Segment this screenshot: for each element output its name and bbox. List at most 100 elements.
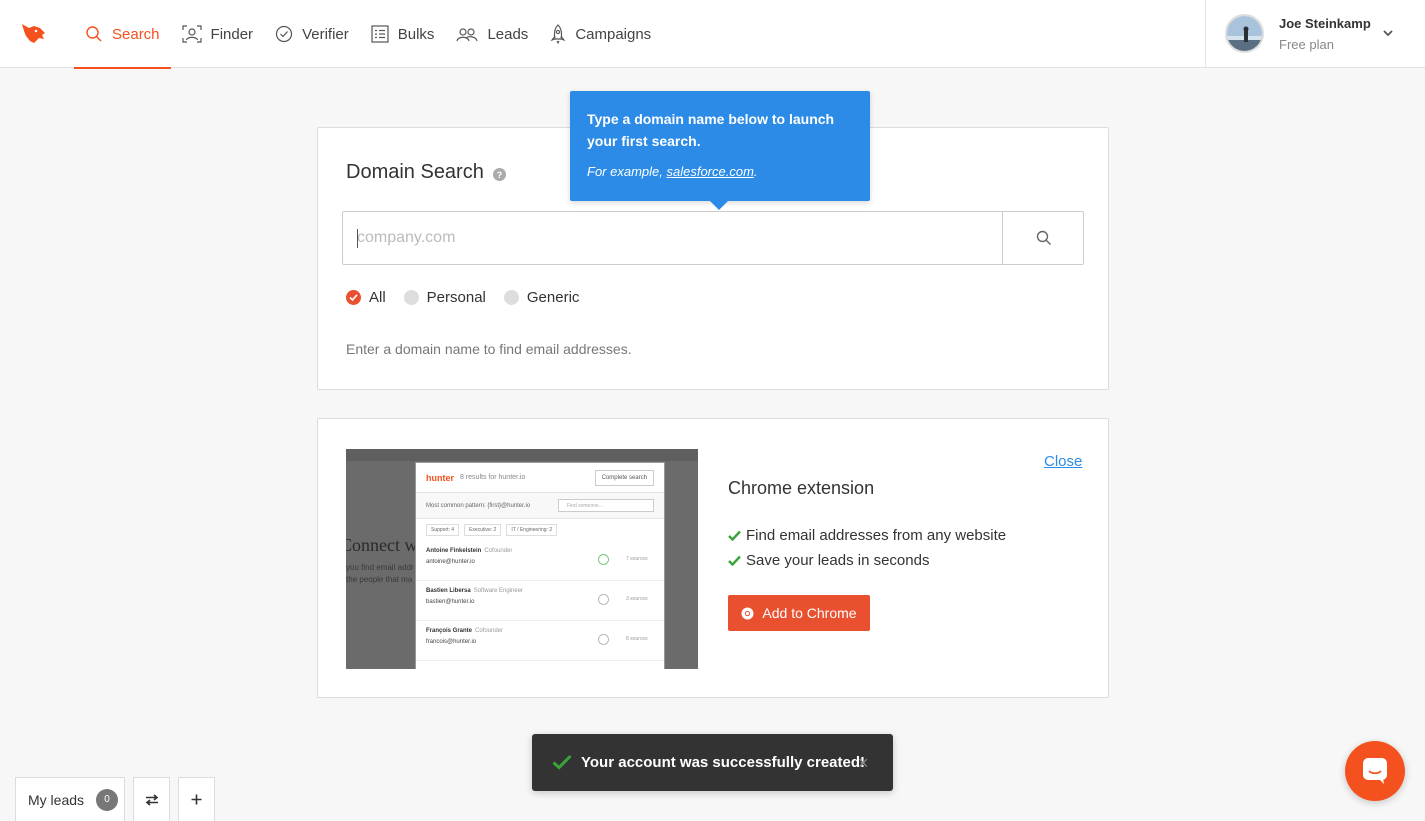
- email-type-filters: All Personal Generic: [346, 289, 597, 306]
- popup-complete-button: Complete search: [594, 470, 654, 486]
- nav-search[interactable]: Search: [74, 0, 171, 69]
- person-name: Bastien Libersa: [426, 588, 471, 594]
- nav-search-label: Search: [112, 25, 160, 43]
- person-email: francois@hunter.io: [426, 639, 477, 645]
- checkmark-icon: [728, 555, 741, 566]
- tooltip-example-suffix: .: [753, 164, 758, 179]
- hunter-logo-icon[interactable]: [20, 20, 46, 46]
- user-plan: Free plan: [1279, 37, 1334, 52]
- tooltip-message: Type a domain name below to launch your …: [587, 111, 835, 149]
- feature-item: Save your leads in seconds: [728, 548, 1006, 573]
- search-icon: [86, 26, 102, 42]
- help-icon[interactable]: ?: [492, 167, 506, 181]
- chrome-extension-card: Connect w you find email addr the people…: [317, 418, 1109, 698]
- radio-checked-icon: [346, 290, 361, 305]
- popup-tag: Executive: 2: [464, 524, 502, 536]
- extension-feature-list: Find email addresses from any website Sa…: [728, 523, 1006, 573]
- popup-tag: Support: 4: [426, 524, 460, 536]
- search-icon: [1036, 230, 1051, 245]
- my-leads-button[interactable]: My leads 0: [15, 777, 125, 821]
- chat-icon: [1363, 758, 1387, 784]
- person-sources: 7 sources: [626, 556, 648, 562]
- popup-person-row: Bastien Libersa Software Engineer bastien…: [416, 581, 664, 621]
- add-to-chrome-label: Add to Chrome: [762, 605, 857, 621]
- search-hint: Enter a domain name to find email addres…: [346, 341, 632, 357]
- checkmark-icon: [728, 530, 741, 541]
- domain-search-title: Domain Search: [346, 161, 484, 183]
- close-icon[interactable]: ×: [858, 753, 869, 774]
- popup-person-row: Antoine Finkelstein Cofounder antoine@hun…: [416, 541, 664, 581]
- radio-unchecked-icon: [503, 290, 519, 305]
- chrome-icon: [741, 607, 754, 619]
- toast-message: Your account was successfully created!: [581, 754, 865, 771]
- onboarding-tooltip: Type a domain name below to launch your …: [570, 91, 870, 210]
- people-icon: [456, 28, 479, 42]
- filter-all-label: All: [369, 289, 386, 306]
- person-name: Antoine Finkelstein: [426, 548, 482, 554]
- tooltip-example: For example, salesforce.com.: [587, 164, 758, 179]
- nav-campaigns-label: Campaigns: [575, 25, 652, 43]
- filter-all[interactable]: All: [346, 289, 386, 306]
- close-extension-link[interactable]: Close: [1044, 453, 1082, 470]
- popup-pattern: Most common pattern: {first}@hunter.io: [426, 502, 531, 509]
- radio-unchecked-icon: [403, 290, 419, 305]
- search-box: [342, 211, 1084, 265]
- person-email: antoine@hunter.io: [426, 559, 475, 565]
- list-icon: [371, 25, 389, 43]
- popup-results: 8 results for hunter.io: [460, 474, 526, 481]
- nav-leads[interactable]: Leads: [445, 0, 539, 68]
- popup-brand: hunter: [426, 472, 454, 483]
- success-toast: Your account was successfully created! ×: [532, 734, 893, 791]
- person-title: Cofounder: [484, 548, 513, 554]
- my-leads-label: My leads: [28, 791, 85, 808]
- page-title: Domain Search ?: [346, 161, 506, 184]
- finder-icon: [181, 25, 202, 43]
- filter-personal[interactable]: Personal: [403, 289, 486, 306]
- user-menu[interactable]: Joe Steinkamp Free plan: [1205, 0, 1425, 68]
- feature-text: Find email addresses from any website: [746, 527, 1007, 544]
- user-name: Joe Steinkamp: [1279, 16, 1371, 31]
- nav-verifier[interactable]: Verifier: [264, 0, 360, 68]
- feature-text: Save your leads in seconds: [746, 552, 930, 569]
- main-nav: Search Finder Verifier Bulks Leads Campa…: [74, 0, 662, 69]
- person-name: François Grante: [426, 628, 473, 634]
- extension-screenshot: Connect w you find email addr the people…: [346, 449, 698, 669]
- popup-find: Find someone...: [558, 499, 654, 512]
- chat-launcher-button[interactable]: [1345, 741, 1405, 801]
- example-domain-link[interactable]: salesforce.com: [666, 164, 753, 179]
- nav-bulks[interactable]: Bulks: [360, 0, 446, 68]
- filter-generic[interactable]: Generic: [503, 289, 579, 306]
- text-caret: [357, 229, 358, 248]
- extension-popup-preview: hunter 8 results for hunter.io Complete …: [415, 462, 665, 669]
- nav-campaigns[interactable]: Campaigns: [539, 0, 662, 68]
- swap-button[interactable]: [133, 777, 170, 821]
- plus-icon: [191, 794, 202, 805]
- popup-person-row: François Grante Cofounder francois@hunter…: [416, 621, 664, 661]
- person-sources: 8 sources: [626, 636, 648, 642]
- person-email: bastien@hunter.io: [426, 599, 475, 605]
- nav-finder[interactable]: Finder: [171, 0, 265, 68]
- chevron-down-icon[interactable]: [1382, 28, 1394, 38]
- screenshot-bg-line2: the people that ma: [346, 575, 413, 584]
- check-circle-icon: [275, 25, 293, 43]
- add-to-chrome-button[interactable]: Add to Chrome: [728, 595, 870, 631]
- popup-tag: IT / Engineering: 2: [506, 524, 558, 536]
- filter-personal-label: Personal: [426, 289, 486, 306]
- domain-search-input[interactable]: [343, 212, 1002, 264]
- checkmark-icon: [552, 754, 572, 770]
- swap-arrows-icon: [145, 793, 158, 806]
- top-navigation: Search Finder Verifier Bulks Leads Campa…: [0, 0, 1425, 69]
- search-button[interactable]: [1002, 212, 1084, 264]
- avatar: [1225, 14, 1264, 53]
- rocket-icon: [550, 24, 566, 44]
- tooltip-example-prefix: For example,: [587, 164, 667, 179]
- add-button[interactable]: [178, 777, 215, 821]
- extension-title: Chrome extension: [728, 478, 875, 498]
- nav-leads-label: Leads: [487, 25, 529, 43]
- person-title: Cofounder: [475, 628, 504, 634]
- screenshot-bg-line1: you find email addr: [346, 563, 414, 572]
- nav-finder-label: Finder: [210, 25, 254, 43]
- nav-verifier-label: Verifier: [302, 25, 349, 43]
- leads-count-badge: 0: [96, 788, 119, 811]
- person-sources: 3 sources: [626, 596, 648, 602]
